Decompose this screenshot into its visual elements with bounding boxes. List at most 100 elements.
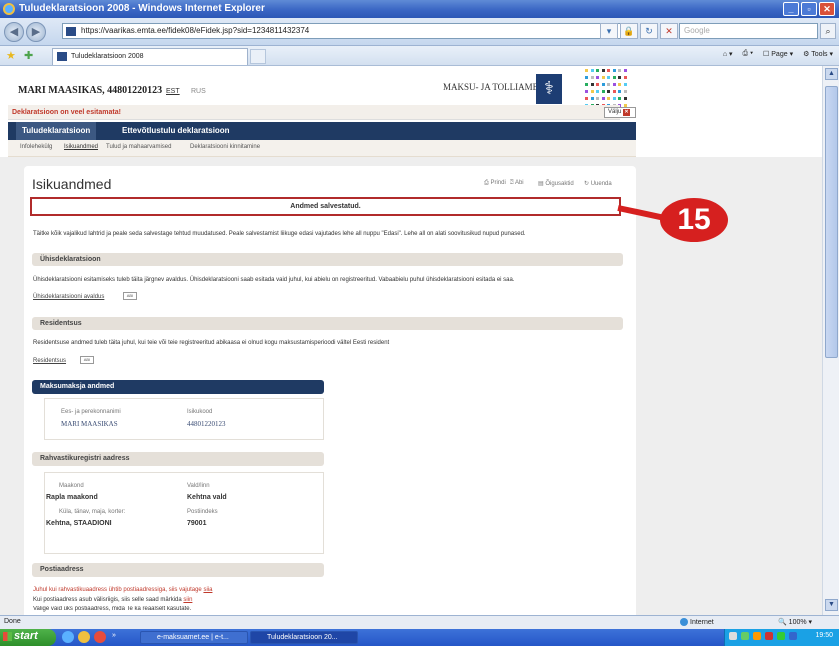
address-bar: ◀ ▶ https://vaarikas.emta.ee/fidek08/eFi… [0, 18, 839, 46]
agency-emblem-icon: ⚕ [536, 74, 562, 104]
maximize-icon[interactable]: ▫ [801, 2, 817, 16]
stop-icon[interactable]: ✕ [660, 23, 678, 39]
quicklaunch-folder-icon[interactable] [78, 631, 90, 643]
tray-icon-4[interactable] [764, 632, 773, 640]
pattern-dot [596, 90, 599, 93]
pattern-dot [607, 83, 610, 86]
zoom-control[interactable]: 🔍 100% ▾ [778, 618, 812, 626]
lock-icon[interactable]: 🔒 [620, 23, 638, 39]
pattern-dot [590, 76, 594, 79]
url-field[interactable]: https://vaarikas.emta.ee/fidek08/eFidek.… [62, 23, 638, 39]
residency-section-header: Residentsus [32, 317, 623, 330]
lang-rus-link[interactable]: RUS [191, 88, 206, 95]
favorites-star-icon[interactable]: ★ [6, 49, 16, 62]
refresh-link[interactable]: ↻ Uuenda [584, 180, 612, 187]
exit-button[interactable]: Välju ✕ [604, 107, 636, 118]
task-tuludeklaratsioon[interactable]: Tuludeklaratsioon 20... [250, 631, 358, 644]
warning-text: Deklaratsioon on veel esitamata! [12, 109, 121, 116]
tools-menu[interactable]: ⚙ Tools ▾ [803, 50, 833, 58]
scroll-up-icon[interactable]: ▲ [825, 68, 838, 80]
back-icon[interactable]: ◀ [4, 22, 24, 42]
quicklaunch-more[interactable]: » [112, 632, 116, 639]
vertical-scrollbar[interactable]: ▲ ▼ [822, 66, 839, 615]
pattern-dot [623, 90, 627, 93]
subnav-tulud[interactable]: Tulud ja mahaarvamised [106, 144, 171, 150]
exit-close-icon: ✕ [623, 109, 631, 116]
task-emaksuamet[interactable]: e-maksuamet.ee | e-t... [140, 631, 248, 644]
county-label: Maakond [59, 483, 84, 489]
joint-section-header: Ühisdeklaratsioon [32, 253, 623, 266]
scroll-down-icon[interactable]: ▼ [825, 599, 838, 611]
home-icon[interactable]: ⌂ ▾ [723, 50, 733, 58]
subnav-isikuandmed[interactable]: Isikuandmed [64, 144, 98, 150]
tab-bar: ★ ✚ Tuludeklaratsioon 2008 ⌂ ▾ ⎙ ▾ ☐ Pag… [0, 46, 839, 66]
pattern-dot [585, 90, 588, 93]
postal-link-here[interactable]: siia [203, 587, 212, 593]
page-menu[interactable]: ☐ Page ▾ [763, 50, 793, 58]
pattern-dot [601, 69, 605, 72]
pattern-dot [590, 83, 594, 86]
new-tab-button[interactable] [250, 49, 266, 64]
pattern-dot [607, 69, 610, 72]
pattern-dot [623, 69, 627, 72]
postal-value: 79001 [187, 520, 207, 527]
dropdown-arrow-icon[interactable]: ▾ [600, 23, 618, 39]
add-favorites-icon[interactable]: ✚ [24, 49, 33, 62]
browser-tab[interactable]: Tuludeklaratsioon 2008 [52, 48, 248, 65]
scroll-thumb[interactable] [825, 86, 838, 358]
postal-line3: Valige vaid üks postiaadress, mida Te ka… [33, 606, 192, 612]
pattern-dot [601, 90, 605, 93]
site-favicon-icon [66, 27, 76, 36]
quicklaunch-app-icon[interactable] [94, 631, 106, 643]
taxpayer-section-header: Maksumaksja andmed [32, 380, 324, 394]
tray-icon-1[interactable] [729, 632, 737, 640]
subnav-infoleht[interactable]: Infolehekülg [20, 144, 52, 150]
joint-help-chip[interactable]: ABI [123, 292, 137, 300]
joint-text: Ühisdeklaratsiooni esitamiseks tuleb täi… [33, 277, 515, 283]
pattern-dot [618, 97, 621, 100]
ie-logo-icon [3, 3, 15, 15]
tab-ettevotlustulu[interactable]: Ettevõtlustulu deklaratsioon [116, 122, 236, 140]
residency-help-chip[interactable]: ABI [80, 356, 94, 364]
pattern-dot [623, 76, 627, 79]
legal-acts-link[interactable]: ▤ Õigusaktid [538, 180, 574, 187]
system-tray: 19:50 [724, 629, 839, 646]
parish-value: Kehtna vald [187, 494, 227, 501]
tray-icon-6[interactable] [788, 632, 797, 640]
print-link[interactable]: ⎙ Prindi [484, 180, 506, 187]
security-zone: Internet [680, 618, 714, 626]
pattern-dot [585, 76, 588, 79]
tray-icon-2[interactable] [740, 632, 749, 640]
tab-tuludeklaratsioon[interactable]: Tuludeklaratsioon [16, 122, 97, 140]
postal-label: Postiindeks [187, 509, 218, 515]
tray-icon-5[interactable] [776, 632, 785, 640]
globe-icon [680, 618, 688, 626]
pattern-dot [612, 69, 616, 72]
pattern-dot [585, 97, 588, 100]
start-button[interactable]: start [0, 629, 56, 646]
tab-favicon-icon [57, 52, 67, 61]
refresh-icon[interactable]: ↻ [640, 23, 658, 39]
pattern-dot [612, 97, 616, 100]
minimize-icon[interactable]: _ [783, 2, 799, 16]
help-link[interactable]: ⍰ Abi [510, 180, 524, 187]
foreign-address-link[interactable]: siin [183, 597, 192, 603]
lang-est-link[interactable]: EST [166, 88, 180, 95]
instructions-text: Täitke kõik vajalikud lahtrid ja peale s… [33, 231, 526, 237]
residency-link[interactable]: Residentsus [33, 358, 66, 364]
quicklaunch-ie-icon[interactable] [62, 631, 74, 643]
tray-icon-3[interactable] [752, 632, 761, 640]
address-box: Maakond Vald/linn Rapla maakond Kehtna v… [44, 472, 324, 554]
pattern-dot [623, 83, 627, 86]
postal-line2: Kui postiaadress asub välisriigis, siis … [33, 597, 193, 603]
search-icon[interactable]: ⌕ [820, 23, 836, 39]
name-label: Ees- ja perekonnanimi [61, 409, 121, 415]
search-input[interactable]: Google [679, 23, 818, 39]
print-icon[interactable]: ⎙ ▾ [743, 50, 754, 58]
pattern-dot [607, 97, 610, 100]
close-icon[interactable]: ✕ [819, 2, 835, 16]
joint-application-link[interactable]: Ühisdeklaratsiooni avaldus [33, 294, 104, 300]
subnav-kinnitamine[interactable]: Deklaratsiooni kinnitamine [190, 144, 260, 150]
user-name: MARI MAASIKAS, 44801220123 [18, 85, 163, 96]
forward-icon[interactable]: ▶ [26, 22, 46, 42]
